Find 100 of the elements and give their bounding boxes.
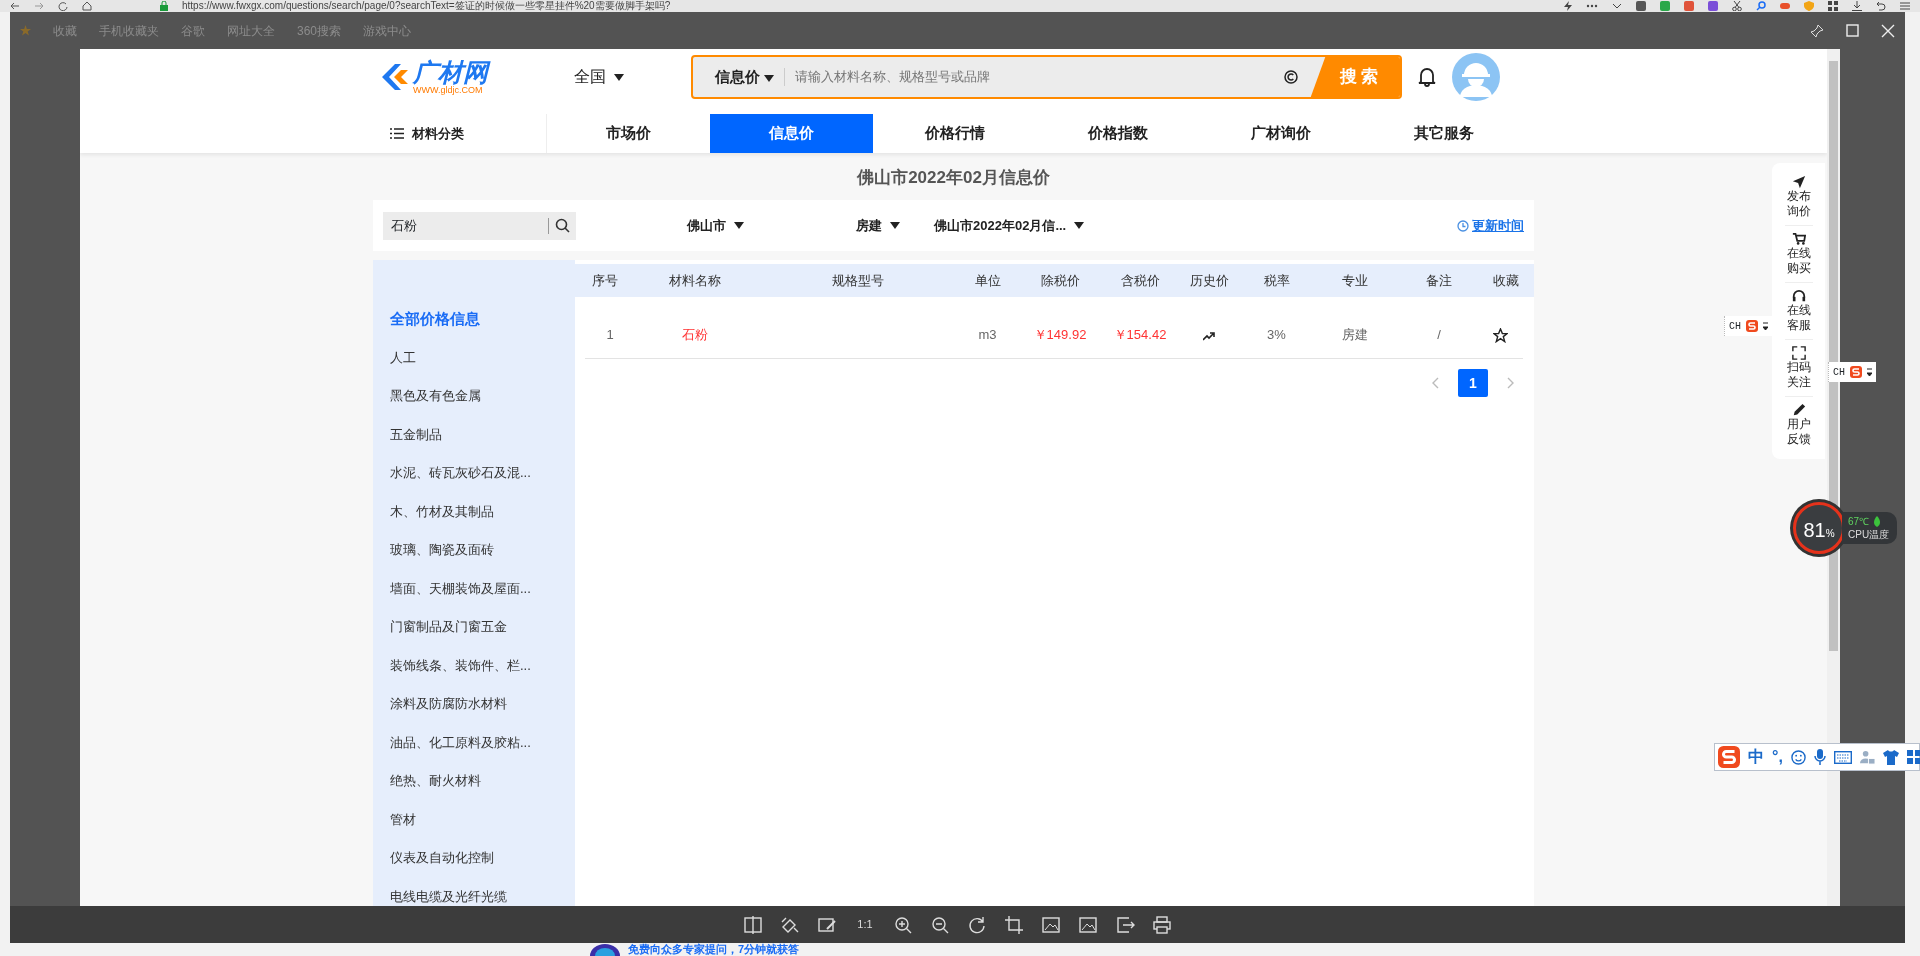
search-field[interactable]: 信息价 请输入材料名称、规格型号或品牌 搜 索 — [691, 55, 1402, 99]
keyboard-icon[interactable] — [1833, 750, 1852, 764]
image-icon[interactable] — [1078, 914, 1098, 935]
back-icon[interactable] — [10, 1, 20, 11]
category-item[interactable]: 仪表及自动化控制 — [390, 839, 575, 878]
export-icon[interactable] — [1115, 914, 1135, 935]
column-header: 专业 — [1341, 271, 1369, 290]
caret-icon — [614, 73, 624, 81]
table-cell-text: m3 — [977, 326, 998, 345]
category-item[interactable]: 黑色及有色金属 — [390, 377, 575, 416]
undo-icon[interactable] — [1876, 1, 1886, 11]
scissors-icon[interactable] — [1732, 1, 1742, 11]
trend-icon[interactable] — [1203, 330, 1215, 341]
side-panel-item[interactable]: 在线客服 — [1784, 283, 1813, 340]
table-cell-text: 3% — [1266, 326, 1287, 345]
promo-text: 免费向众多专家提问，7分钟就获答 — [628, 943, 800, 956]
region-dropdown[interactable]: 全国 — [568, 64, 628, 90]
rotate-icon[interactable] — [967, 914, 987, 935]
arrows-icon — [1763, 321, 1768, 331]
star-icon[interactable] — [20, 25, 31, 36]
extension-icon[interactable] — [1708, 1, 1718, 11]
nav-tab[interactable]: 其它服务 — [1362, 114, 1525, 153]
crop-icon[interactable] — [1004, 914, 1024, 935]
table-cell-text: ￥149.92 — [1032, 326, 1088, 345]
city-dropdown[interactable]: 佛山市 — [681, 214, 750, 237]
table-cell-text: / — [1436, 326, 1442, 345]
split-view-icon[interactable] — [743, 914, 763, 935]
category-item[interactable]: 管材 — [390, 800, 575, 839]
caret-icon — [734, 222, 744, 229]
download-icon[interactable] — [1852, 1, 1862, 11]
category-item[interactable]: 门窗制品及门窗五金 — [390, 608, 575, 647]
keyword-field[interactable]: 石粉 — [383, 211, 576, 240]
category-menu-button[interactable]: 材料分类 — [373, 114, 547, 153]
page-title: 佛山市2022年02月信息价 — [856, 167, 1051, 189]
bell-icon[interactable] — [1418, 67, 1436, 87]
category-item[interactable]: 涂料及防腐防水材料 — [390, 685, 575, 724]
maximize-icon[interactable] — [1846, 24, 1859, 37]
category-item[interactable]: 全部价格信息 — [390, 300, 575, 339]
category-item[interactable]: 装饰线条、装饰件、栏... — [390, 646, 575, 685]
input-method-icon — [1850, 366, 1862, 378]
table-cell-text: 石粉 — [681, 326, 709, 345]
apps-icon[interactable] — [1828, 1, 1838, 11]
image-icon[interactable] — [1041, 914, 1061, 935]
side-panel-item[interactable]: 发布询价 — [1784, 169, 1813, 226]
category-item[interactable]: 墙面、天棚装饰及屋面... — [390, 569, 575, 608]
category-item[interactable]: 水泥、砖瓦灰砂石及混... — [390, 454, 575, 493]
microphone-icon[interactable] — [1813, 749, 1826, 765]
zoom-in-icon[interactable] — [893, 914, 913, 935]
arrows-icon — [1867, 367, 1872, 377]
print-icon[interactable] — [1152, 914, 1172, 935]
table-cell-text: 1 — [605, 326, 615, 345]
pen-icon — [1791, 403, 1806, 417]
nav-tab[interactable]: 价格指数 — [1036, 114, 1199, 153]
input-method-popup[interactable]: CH — [1724, 316, 1772, 336]
gamepad-icon[interactable] — [1780, 1, 1790, 11]
category-item[interactable]: 油品、化工原料及胶粘... — [390, 723, 575, 762]
caret-icon — [890, 222, 900, 229]
actual-size-button[interactable]: 1:1 — [854, 913, 876, 936]
category-item[interactable]: 木、竹材及其制品 — [390, 492, 575, 531]
search-icon — [555, 218, 570, 233]
zoom-out-icon[interactable] — [930, 914, 950, 935]
period-dropdown[interactable]: 佛山市2022年02月信... — [928, 214, 1091, 237]
extension-icon[interactable] — [1636, 1, 1646, 11]
clock-icon — [1457, 219, 1469, 232]
close-icon[interactable] — [1881, 23, 1895, 38]
category-item[interactable]: 五金制品 — [390, 415, 575, 454]
grid-icon[interactable] — [1906, 750, 1920, 764]
punctuation-toggle[interactable]: °, — [1772, 745, 1783, 769]
reload-icon[interactable] — [58, 1, 68, 11]
table-cell-text: ￥154.42 — [1112, 326, 1168, 345]
mode-toggle[interactable]: 中 — [1748, 745, 1764, 769]
input-method-popup[interactable]: CH — [1828, 362, 1876, 382]
badge-icon — [590, 943, 620, 956]
table-cell-text: 房建 — [1341, 326, 1369, 345]
side-panel-item[interactable]: 扫码关注 — [1784, 340, 1813, 397]
star-icon[interactable] — [1492, 328, 1508, 344]
category-item[interactable]: 电线电缆及光纤光缆 — [390, 877, 575, 906]
category-item[interactable]: 玻璃、陶瓷及面砖 — [390, 531, 575, 570]
nav-tab[interactable]: 广材询价 — [1199, 114, 1362, 153]
category-item[interactable]: 绝热、耐火材料 — [390, 762, 575, 801]
page-button[interactable]: 1 — [1458, 369, 1488, 397]
category-dropdown[interactable]: 房建 — [850, 214, 906, 237]
column-header: 材料名称 — [668, 271, 722, 290]
nav-tab[interactable]: 市场价 — [547, 114, 710, 153]
chevron-icon[interactable] — [1612, 1, 1622, 11]
search-icon[interactable] — [1756, 1, 1766, 11]
nav-tab[interactable]: 价格行情 — [873, 114, 1036, 153]
input-method-icon — [1718, 746, 1740, 768]
lock-icon — [160, 1, 168, 11]
column-header: 规格型号 — [830, 271, 885, 290]
shirt-icon[interactable] — [1882, 749, 1899, 765]
update-time-link[interactable]: 更新时间 — [1457, 215, 1524, 236]
nav-tab[interactable]: 信息价 — [710, 114, 873, 153]
column-header: 收藏 — [1491, 271, 1520, 290]
home-icon[interactable] — [82, 1, 92, 11]
side-panel-item[interactable]: 用户反馈 — [1784, 397, 1813, 453]
side-panel-item[interactable]: 在线购买 — [1784, 226, 1813, 283]
category-item[interactable]: 人工 — [390, 338, 575, 377]
bolt-icon[interactable] — [1564, 1, 1572, 11]
smiley-icon[interactable] — [1790, 749, 1806, 765]
